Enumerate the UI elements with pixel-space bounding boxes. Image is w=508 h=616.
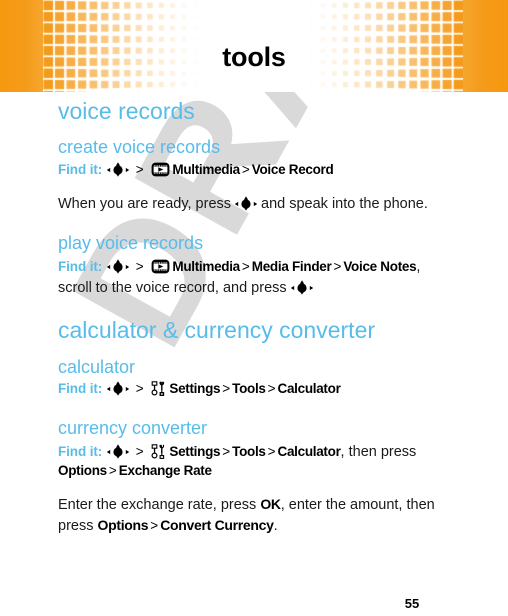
findit-label: Find it: [58, 259, 103, 275]
findit-label: Find it: [58, 381, 103, 397]
path-item-settings: Settings [169, 381, 221, 397]
subsection-heading-calculator: calculator [58, 356, 136, 377]
findit-create-voice-records: Find it: > Multimedia > Voice Record [58, 161, 450, 180]
findit-label: Find it: [58, 162, 103, 178]
subsection-heading-create-voice-records: create voice records [58, 137, 221, 158]
body-text-mid: , enter the amount, [280, 496, 403, 513]
path-item-media-finder: Media Finder [251, 259, 332, 275]
body-text-end: . [273, 517, 278, 534]
nav-key-icon [106, 259, 130, 274]
key-ok: OK [260, 495, 281, 512]
path-separator: > [267, 381, 276, 397]
path-separator: > [222, 443, 231, 459]
path-item-settings: Settings [169, 443, 221, 459]
path-item-tools: Tools [232, 443, 266, 459]
multimedia-icon [151, 259, 170, 274]
path-separator: > [241, 162, 250, 178]
findit-currency-converter: Find it: > Settings > Tools > Calculator… [58, 442, 450, 481]
path-item-voice-record: Voice Record [251, 162, 334, 178]
nav-key-icon [106, 381, 130, 396]
nav-key-icon [234, 196, 258, 211]
page-number-value: 55 [404, 596, 420, 611]
path-item-calculator: Calculator [277, 381, 341, 397]
body-text-pre: When you are ready, press [58, 195, 232, 212]
path-separator: > [267, 443, 276, 459]
page-title: tools [222, 42, 286, 72]
body-text-pre: Enter the exchange rate, press [58, 496, 257, 513]
path-separator: > [135, 443, 144, 459]
body-create-voice-records: When you are ready, press and speak into… [58, 194, 450, 215]
manual-page: tools DRAFT voice records create voice r… [0, 0, 508, 616]
path-item-exchange-rate: Exchange Rate [118, 463, 212, 479]
page-header-band: tools [0, 0, 508, 92]
settings-icon [151, 381, 167, 397]
body-text-post: and speak into the phone. [261, 195, 428, 212]
path-separator: > [108, 463, 117, 479]
path-item-multimedia: Multimedia [172, 162, 240, 178]
nav-key-icon [290, 280, 314, 295]
subsection-heading-play-voice-records: play voice records [58, 233, 204, 254]
section-heading-voice-records: voice records [58, 98, 195, 124]
path-separator: > [135, 259, 144, 275]
subsection-heading-currency-converter: currency converter [58, 417, 208, 438]
path-item-multimedia: Multimedia [172, 259, 240, 275]
path-separator: > [135, 381, 144, 397]
path-item-voice-notes: Voice Notes [343, 259, 417, 275]
body-currency-converter: Enter the exchange rate, press OK, enter… [58, 495, 450, 536]
path-item-tools: Tools [232, 381, 266, 397]
nav-key-icon [106, 444, 130, 459]
section-heading-calculator-currency-converter: calculator & currency converter [58, 317, 376, 344]
settings-icon [151, 444, 167, 459]
findit-tail-then-press: , then press [340, 443, 417, 460]
path-separator: > [150, 517, 159, 533]
findit-label: Find it: [58, 443, 103, 459]
page-number: 55 [0, 596, 508, 611]
findit-tail-line2: to the voice record, and press [95, 279, 287, 296]
menu-options: Options [97, 516, 149, 533]
path-separator: > [241, 259, 250, 275]
path-item-calculator: Calculator [277, 443, 341, 459]
findit-calculator: Find it: > Settings > Tools > Calculator [58, 380, 450, 399]
path-separator: > [135, 162, 144, 178]
multimedia-icon [151, 162, 170, 177]
path-item-options: Options [58, 463, 107, 479]
menu-convert-currency: Convert Currency [160, 516, 274, 533]
path-separator: > [333, 259, 342, 275]
findit-play-voice-records: Find it: > Multimedia > Media Finder > V… [58, 257, 450, 298]
nav-key-icon [106, 162, 130, 177]
path-separator: > [222, 381, 231, 397]
page-content: voice records create voice records Find … [58, 98, 450, 536]
